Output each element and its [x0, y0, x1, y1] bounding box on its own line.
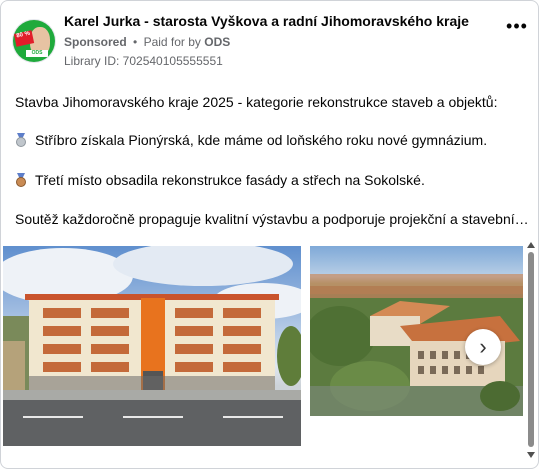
avatar-badge-bottom: ODS — [26, 50, 48, 57]
chevron-right-icon: › — [479, 334, 487, 359]
sponsored-label: Sponsored — [64, 35, 127, 49]
scroll-down-icon[interactable] — [527, 452, 535, 458]
post-text-line: Soutěž každoročně propaguje kvalitní výs… — [15, 211, 529, 227]
post-text-line-content: Třetí místo obsadila rekonstrukce fasády… — [35, 172, 425, 188]
more-options-icon[interactable]: ••• — [506, 17, 528, 35]
author-name[interactable]: Karel Jurka - starosta Vyškova a radní J… — [64, 13, 469, 29]
gymnasium-photo — [3, 246, 301, 446]
bronze-medal-icon — [15, 173, 27, 187]
scrollbar-thumb[interactable] — [528, 252, 534, 447]
avatar[interactable]: 80 % ODS — [13, 20, 55, 62]
library-id: Library ID: 702540105555551 — [64, 54, 223, 68]
meta-separator: • — [133, 35, 138, 49]
scroll-up-icon[interactable] — [527, 242, 535, 248]
ad-post-card: 80 % ODS Karel Jurka - starosta Vyškova … — [0, 0, 539, 469]
payer-name[interactable]: ODS — [204, 35, 230, 49]
sponsor-line: Sponsored • Paid for by ODS — [64, 35, 230, 49]
carousel-image-gymnasium[interactable] — [3, 246, 301, 446]
silver-medal-icon — [15, 133, 27, 147]
paid-for-label: Paid for by — [143, 35, 201, 49]
post-text-line-content: Stříbro získala Pionýrská, kde máme od l… — [35, 132, 488, 148]
post-text-line: Třetí místo obsadila rekonstrukce fasády… — [15, 171, 425, 190]
carousel-next-button[interactable]: › — [465, 329, 501, 365]
image-carousel — [3, 246, 523, 446]
scrollbar[interactable] — [526, 242, 536, 458]
post-text-line: Stavba Jihomoravského kraje 2025 - kateg… — [15, 94, 498, 110]
post-text-line: Stříbro získala Pionýrská, kde máme od l… — [15, 131, 487, 150]
post-header: 80 % ODS Karel Jurka - starosta Vyškova … — [13, 13, 533, 73]
